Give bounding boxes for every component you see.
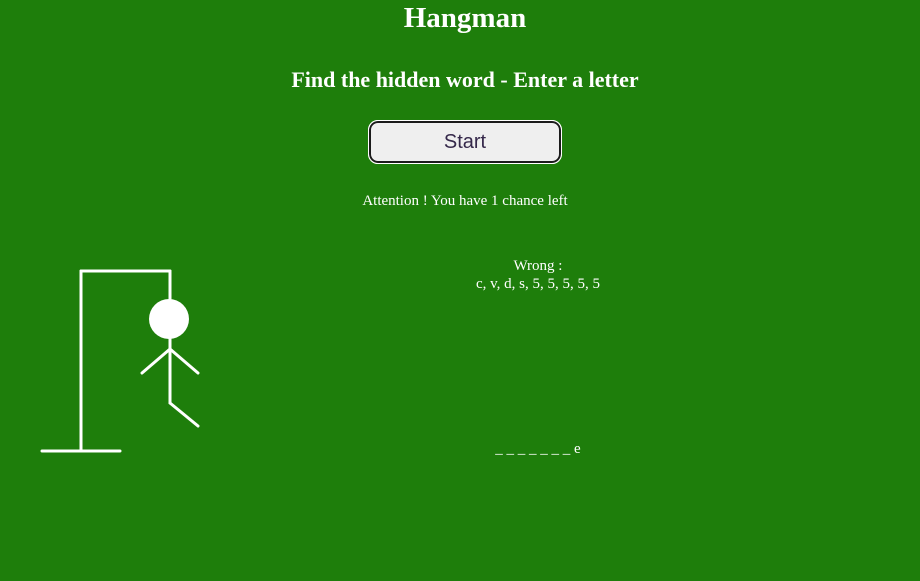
start-button[interactable]: Start: [368, 120, 562, 164]
hangman-head: [149, 299, 189, 339]
wrong-letters-panel: Wrong : c, v, d, s, 5, 5, 5, 5, 5: [440, 257, 636, 293]
hangman-drawing: [40, 269, 200, 453]
hangman-left-arm: [140, 347, 172, 375]
hangman-right-leg: [168, 401, 200, 428]
wrong-letters: c, v, d, s, 5, 5, 5, 5, 5: [475, 276, 601, 292]
game-title: Hangman: [403, 2, 527, 34]
wrong-label: Wrong :: [513, 258, 563, 274]
hidden-word: _ _ _ _ _ _ _ e: [495, 441, 581, 457]
game-subtitle: Find the hidden word - Enter a letter: [291, 67, 639, 92]
hangman-right-arm: [168, 347, 200, 375]
chances-warning: Attention ! You have 1 chance left: [362, 193, 568, 209]
